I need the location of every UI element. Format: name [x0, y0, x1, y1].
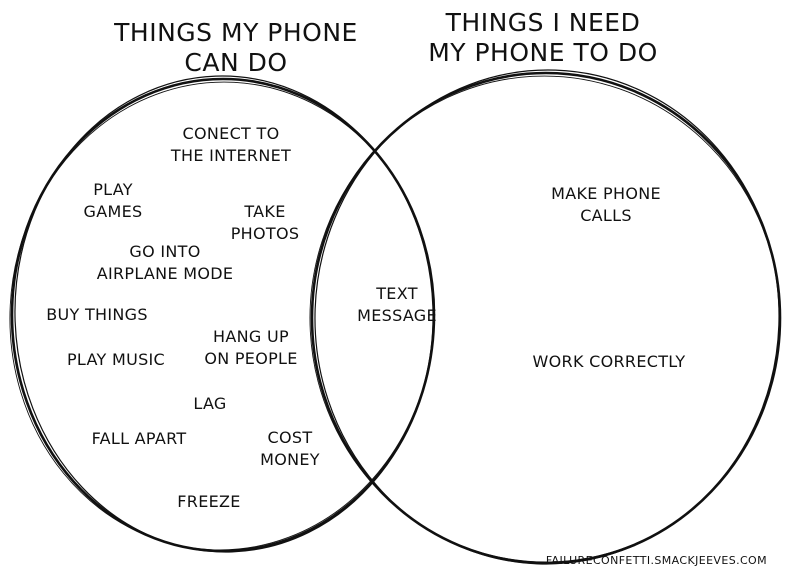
right-item-work-correctly: WORK CORRECTLY	[532, 352, 686, 371]
left-set-title: THINGS MY PHONE CAN DO	[114, 18, 358, 77]
left-item-cost-money: COST MONEY	[260, 428, 320, 469]
left-item-fall-apart: FALL APART	[91, 429, 187, 448]
intersection-item-text-message: TEXT MESSAGE	[357, 284, 437, 325]
left-item-freeze: FREEZE	[177, 492, 241, 511]
left-item-play-games: PLAY GAMES	[83, 180, 143, 221]
right-set-title: THINGS I NEED MY PHONE TO DO	[428, 8, 658, 67]
left-item-take-photos: TAKE PHOTOS	[230, 202, 300, 243]
right-item-make-calls: MAKE PHONE CALLS	[551, 184, 661, 225]
left-item-internet: CONECT TO THE INTERNET	[170, 124, 292, 165]
left-item-buy-things: BUY THINGS	[46, 305, 148, 324]
credit-text: FAILURECONFETTI.SMACKJEEVES.COM	[545, 554, 767, 567]
left-item-airplane-mode: GO INTO AIRPLANE MODE	[96, 242, 234, 283]
left-item-play-music: PLAY MUSIC	[66, 350, 166, 369]
left-item-hang-up: HANG UP ON PEOPLE	[204, 327, 298, 368]
left-item-lag: LAG	[193, 394, 227, 413]
